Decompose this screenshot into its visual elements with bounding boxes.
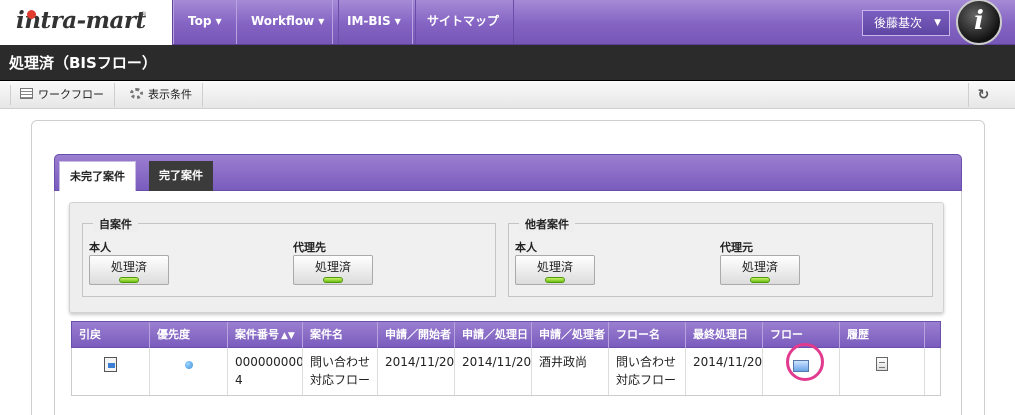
workflow-button[interactable]: ワークフロー <box>12 83 115 107</box>
column-header-last-processed[interactable]: 最終処理日 <box>686 322 763 348</box>
led-indicator-icon <box>323 277 343 283</box>
last-processed-cell: 2014/11/20 <box>686 348 763 395</box>
case-number-cell: 000000000 4 <box>228 348 303 395</box>
start-date-cell: 2014/11/20 <box>378 348 455 395</box>
flow-name-line2: 対応フロー <box>616 373 677 387</box>
recall-icon[interactable] <box>104 357 117 372</box>
history-cell <box>840 348 925 395</box>
user-name: 後藤基次 <box>874 16 923 30</box>
case-name-cell: 問い合わせ 対応フロー <box>303 348 378 395</box>
flow-name-cell: 問い合わせ 対応フロー <box>609 348 686 395</box>
nav-im-bis-label: IM-BIS <box>347 14 391 28</box>
column-header-recall[interactable]: 引戻 <box>72 322 150 348</box>
toolbar-divider <box>10 85 11 105</box>
column-header-processor[interactable]: 申請／処理者 <box>532 322 609 348</box>
own-self-label: 本人 <box>89 241 111 254</box>
column-header-process-date[interactable]: 申請／処理日 <box>455 322 532 348</box>
top-navigation-bar: intra-mart ® Top ▼ Workflow ▼ IM-BIS ▼ サイトマ… <box>0 0 1015 45</box>
own-proxy-processed-button[interactable]: 処理済 <box>293 255 373 285</box>
led-indicator-icon <box>545 277 565 283</box>
nav-sitemap-label: サイトマップ <box>427 14 500 28</box>
tab-strip: 未完了案件 完了案件 <box>54 154 962 192</box>
case-name-line1: 問い合わせ <box>310 355 371 369</box>
logo-text: intra-mart <box>16 7 146 34</box>
chevron-down-icon: ▼ <box>394 16 401 26</box>
workflow-label: ワークフロー <box>38 88 104 101</box>
own-cases-fieldset: 自案件 本人 処理済 代理先 処理済 <box>82 216 496 297</box>
tab-incomplete-cases[interactable]: 未完了案件 <box>59 161 136 192</box>
highlight-circle <box>786 343 824 381</box>
gear-icon <box>130 88 143 99</box>
case-number-line1: 000000000 <box>235 355 303 369</box>
others-proxy-processed-button[interactable]: 処理済 <box>720 255 800 285</box>
others-proxy-label: 代理元 <box>720 241 753 254</box>
others-cases-legend: 他者案件 <box>519 216 575 232</box>
nav-workflow-label: Workflow <box>251 14 315 28</box>
flow-name-line1: 問い合わせ <box>616 355 677 369</box>
page-title: 処理済（BISフロー） <box>9 54 157 72</box>
display-condition-button[interactable]: 表示条件 <box>122 83 203 107</box>
column-header-start-user[interactable]: 申請／開始者 <box>378 322 455 348</box>
registered-mark: ® <box>140 11 147 19</box>
own-proxy-label: 代理先 <box>293 241 326 254</box>
refresh-icon[interactable]: ↻ <box>968 83 998 107</box>
column-header-case-name[interactable]: 案件名 <box>303 322 378 348</box>
others-self-processed-button[interactable]: 処理済 <box>515 255 595 285</box>
column-header-case-number[interactable]: 案件番号 ▲▼ <box>228 322 303 348</box>
others-self-label: 本人 <box>515 241 537 254</box>
recall-cell <box>72 348 150 395</box>
nav-top[interactable]: Top ▼ <box>173 0 237 44</box>
column-header-priority[interactable]: 優先度 <box>150 322 228 348</box>
button-label: 処理済 <box>536 260 573 274</box>
chevron-down-icon: ▼ <box>318 16 325 26</box>
priority-dot-icon <box>184 361 193 369</box>
process-date-cell: 2014/11/20 <box>455 348 532 395</box>
priority-cell <box>150 348 228 395</box>
column-header-flow-name[interactable]: フロー名 <box>609 322 686 348</box>
processor-cell: 酒井政尚 <box>532 348 609 395</box>
toolbar: ワークフロー 表示条件 ↻ <box>0 81 1015 109</box>
tab-completed-cases[interactable]: 完了案件 <box>149 161 213 192</box>
case-number-line2: 4 <box>235 373 243 387</box>
column-header-history[interactable]: 履歴 <box>840 322 925 348</box>
intra-mart-logo[interactable]: intra-mart ® <box>0 0 173 45</box>
case-number-header-label: 案件番号 <box>235 328 279 341</box>
button-label: 処理済 <box>110 260 147 274</box>
display-condition-label: 表示条件 <box>148 88 192 101</box>
nav-top-label: Top <box>188 14 212 28</box>
page-title-bar: 処理済（BISフロー） <box>0 45 1015 81</box>
chevron-down-icon: ▼ <box>934 18 941 28</box>
filter-box: 自案件 本人 処理済 代理先 処理済 他者案件 本人 処理済 代理元 処理済 <box>69 202 944 313</box>
brand-logo-icon[interactable]: i <box>956 0 1002 45</box>
nav-sitemap[interactable]: サイトマップ <box>412 0 515 44</box>
sort-icon: ▲▼ <box>281 331 295 341</box>
user-menu-button[interactable]: 後藤基次 ▼ <box>862 10 950 36</box>
others-cases-fieldset: 他者案件 本人 処理済 代理元 処理済 <box>508 216 933 297</box>
logo-dot-icon <box>27 10 36 19</box>
nav-workflow[interactable]: Workflow ▼ <box>236 0 340 44</box>
own-self-processed-button[interactable]: 処理済 <box>89 255 169 285</box>
chevron-down-icon: ▼ <box>215 16 222 26</box>
led-indicator-icon <box>750 277 770 283</box>
case-name-line2: 対応フロー <box>310 373 371 387</box>
history-document-icon[interactable] <box>876 357 888 371</box>
led-indicator-icon <box>119 277 139 283</box>
nav-im-bis[interactable]: IM-BIS ▼ <box>332 0 416 44</box>
button-label: 処理済 <box>314 260 351 274</box>
list-icon <box>20 88 33 99</box>
own-cases-legend: 自案件 <box>93 216 138 232</box>
button-label: 処理済 <box>741 260 778 274</box>
